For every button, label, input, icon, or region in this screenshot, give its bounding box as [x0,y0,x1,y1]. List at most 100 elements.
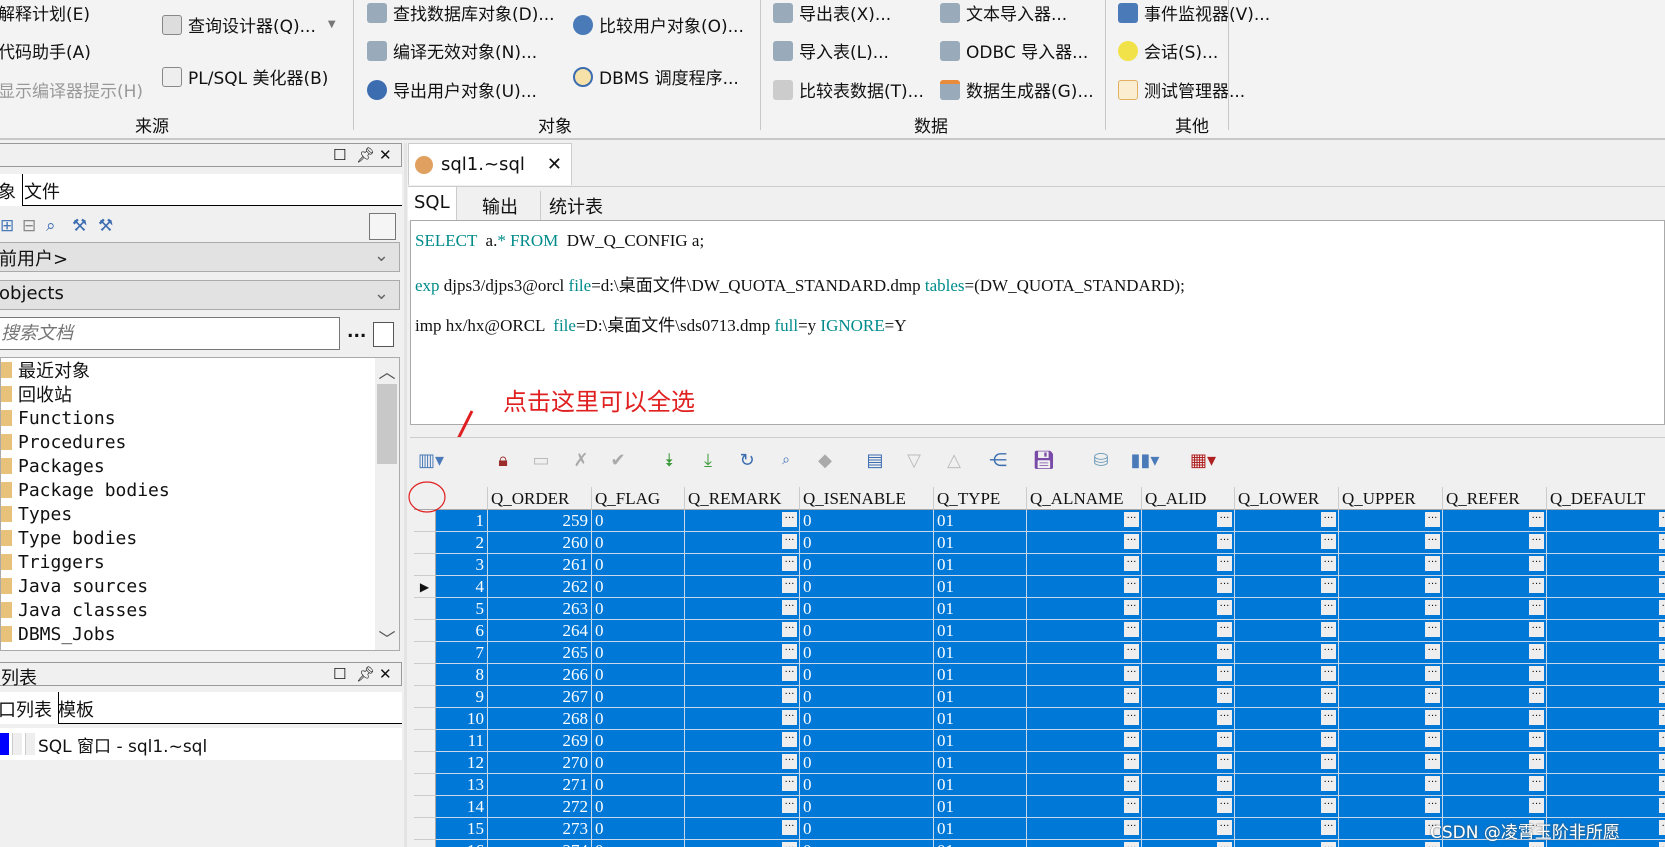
tree-item[interactable]: DBMS_Jobs [1,622,399,646]
close-icon[interactable]: ✕ [379,146,392,164]
column-header[interactable]: Q_UPPER [1339,487,1443,510]
table-row[interactable]: 2 260 0 ··· 0 01 ··· ··· ··· ··· ··· ··· [414,532,1665,554]
chart-icon[interactable]: ▮▮▾ [1125,448,1165,472]
grid-cell[interactable]: 0 [800,510,934,532]
tree-item[interactable]: 回收站 [1,382,399,406]
grid-cell[interactable]: 0 [592,730,685,752]
grid-cell[interactable]: ··· [1443,642,1547,664]
ellipsis-button[interactable]: ··· [1217,842,1232,847]
grid-cell[interactable]: ··· [1339,510,1443,532]
options-button[interactable] [369,213,396,240]
ellipsis-button[interactable]: ··· [1659,798,1665,813]
grid-cell[interactable]: ··· [685,840,800,847]
ellipsis-button[interactable]: ··· [1217,666,1232,681]
ellipsis-button[interactable]: ··· [1425,622,1440,637]
ellipsis-button[interactable]: ··· [1217,710,1232,725]
grid-cell[interactable]: 270 [488,752,592,774]
grid-cell[interactable]: ··· [685,620,800,642]
ellipsis-button[interactable]: ··· [1321,512,1336,527]
column-header[interactable]: Q_ALNAME [1027,487,1142,510]
grid-cell[interactable]: ··· [685,774,800,796]
grid-cell[interactable]: ··· [1235,730,1339,752]
grid-cell[interactable]: ··· [1142,818,1235,840]
grid-cell[interactable]: ··· [1443,532,1547,554]
previous-record-icon[interactable]: △ [943,448,965,472]
grid-cell[interactable]: ··· [1142,576,1235,598]
grid-cell[interactable]: ··· [1142,840,1235,847]
ellipsis-button[interactable]: ··· [1321,798,1336,813]
ellipsis-button[interactable]: ··· [1217,798,1232,813]
tree-item[interactable]: Triggers [1,550,399,574]
ellipsis-button[interactable]: ··· [782,622,797,637]
ellipsis-button[interactable]: ··· [1425,512,1440,527]
window-list-item[interactable]: SQL 窗口 - sql1.~sql [0,728,402,760]
grid-cell[interactable]: ··· [1027,708,1142,730]
grid-cell[interactable]: 01 [934,510,1027,532]
ellipsis-button[interactable]: ··· [782,578,797,593]
ellipsis-button[interactable]: ··· [1124,776,1139,791]
ellipsis-button[interactable]: ··· [1425,732,1440,747]
grid-cell[interactable]: ··· [1443,510,1547,532]
table-row[interactable]: 11 269 0 ··· 0 01 ··· ··· ··· ··· ··· ··· [414,730,1665,752]
tree-item[interactable]: Package bodies [1,478,399,502]
grid-cell[interactable]: 261 [488,554,592,576]
grid-cell[interactable]: 01 [934,774,1027,796]
next-record-icon[interactable]: ▽ [903,448,925,472]
row-indicator[interactable] [414,730,436,752]
row-indicator[interactable] [414,598,436,620]
export-database-icon[interactable]: ⛁ [1090,448,1112,472]
ellipsis-button[interactable]: ··· [1217,754,1232,769]
ellipsis-button[interactable]: ··· [1529,798,1544,813]
tab-files[interactable]: 文件 [18,174,66,206]
export-results-icon[interactable]: ▦▾ [1183,448,1223,472]
grid-cell[interactable]: ··· [1235,554,1339,576]
doc-tab-sql1[interactable]: sql1.~sql ✕ [408,143,572,185]
grid-cell[interactable]: ··· [1339,796,1443,818]
grid-cell[interactable]: 269 [488,730,592,752]
ellipsis-button[interactable]: ··· [1659,754,1665,769]
grid-cell[interactable]: 0 [800,752,934,774]
tree-item[interactable]: Type bodies [1,526,399,550]
grid-cell[interactable]: 0 [592,576,685,598]
grid-cell[interactable]: 0 [592,818,685,840]
grid-cell[interactable]: 0 [592,554,685,576]
ellipsis-button[interactable]: ··· [1425,688,1440,703]
row-indicator[interactable] [414,818,436,840]
tree-item[interactable]: Packages [1,454,399,478]
ellipsis-button[interactable]: ··· [1124,666,1139,681]
grid-cell[interactable]: 01 [934,532,1027,554]
table-row[interactable]: 6 264 0 ··· 0 01 ··· ··· ··· ··· ··· ··· [414,620,1665,642]
ellipsis-button[interactable]: ··· [1425,754,1440,769]
code-assistant-button[interactable]: 代码助手(A) [0,38,91,63]
row-indicator[interactable] [414,796,436,818]
grid-cell[interactable]: ··· [1142,532,1235,554]
tab-window-list[interactable]: 口列表 [0,692,59,724]
column-header[interactable]: Q_LOWER [1235,487,1339,510]
ellipsis-button[interactable]: ··· [1321,710,1336,725]
ellipsis-button[interactable]: ··· [1217,556,1232,571]
ellipsis-button[interactable]: ··· [1321,556,1336,571]
tab-output[interactable]: 输出 [478,191,522,221]
ellipsis-button[interactable]: ··· [1659,644,1665,659]
ellipsis-button[interactable]: ··· [1659,622,1665,637]
grid-cell[interactable]: ··· [685,598,800,620]
grid-cell[interactable]: ··· [1339,708,1443,730]
column-header[interactable]: Q_REFER [1443,487,1547,510]
grid-cell[interactable]: 0 [800,796,934,818]
table-row[interactable]: 13 271 0 ··· 0 01 ··· ··· ··· ··· ··· ··· [414,774,1665,796]
user-dropdown[interactable]: 前用户> ⌄ [0,242,400,272]
expand-icon[interactable]: ⊞ [0,216,14,236]
ellipsis-button[interactable]: ··· [1321,578,1336,593]
ellipsis-button[interactable]: ··· [782,842,797,847]
scroll-thumb[interactable] [377,384,397,464]
grid-cell[interactable]: ··· [1027,576,1142,598]
column-header[interactable]: Q_ISENABLE [800,487,934,510]
grid-cell[interactable]: ··· [1235,774,1339,796]
tree-item[interactable]: Procedures [1,430,399,454]
ellipsis-button[interactable]: ··· [1321,732,1336,747]
grid-cell[interactable]: 0 [800,730,934,752]
grid-cell[interactable]: ··· [1027,686,1142,708]
event-monitor-button[interactable]: 事件监视器(V)... [1118,0,1270,25]
post-changes-icon[interactable]: ✔ [607,448,629,472]
ellipsis-button[interactable]: ··· [1124,732,1139,747]
